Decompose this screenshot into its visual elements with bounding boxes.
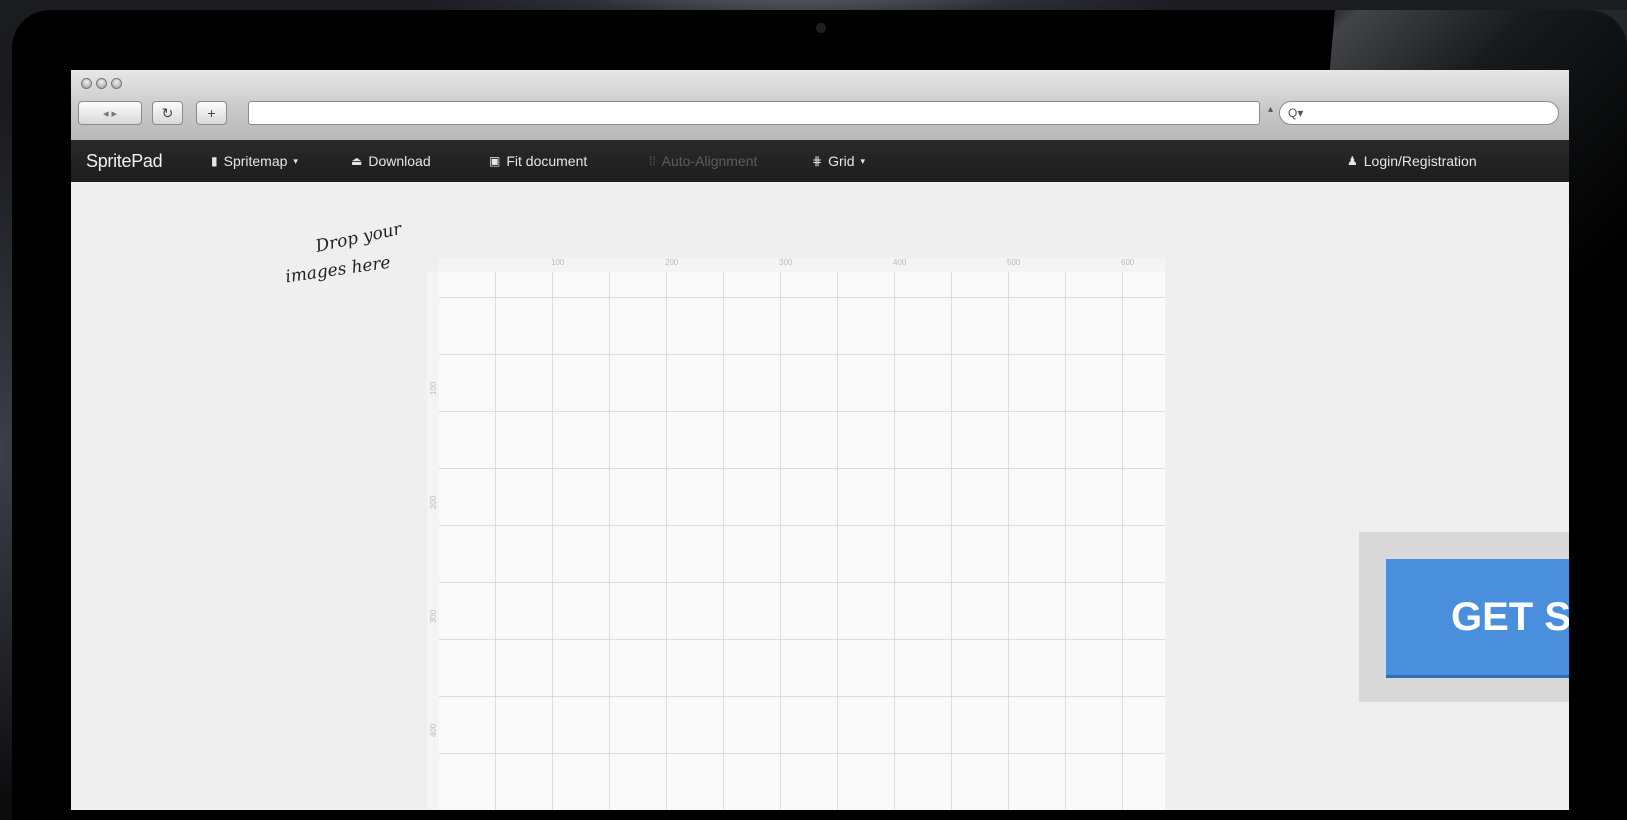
back-forward-icon: ◂ ▸ [102, 107, 118, 120]
ruler-top: 100 200 300 400 500 600 [439, 258, 1165, 272]
chevron-down-icon: ▾ [293, 155, 298, 166]
new-tab-button[interactable]: + [196, 101, 227, 125]
download-button[interactable]: ⏏ Download [351, 153, 431, 169]
document-icon: ▮ [211, 154, 218, 168]
ruler-tick: 600 [1121, 258, 1135, 267]
ruler-tick: 400 [429, 723, 439, 738]
spritemap-menu[interactable]: ▮ Spritemap ▾ [211, 153, 298, 169]
search-icon: Q▾ [1288, 106, 1304, 120]
login-registration-link[interactable]: ♟ Login/Registration [1347, 153, 1477, 169]
grid-label: Grid [828, 153, 855, 169]
fit-icon: ▣ [489, 154, 501, 168]
chevron-down-icon: ▾ [860, 155, 866, 166]
ruler-tick: 200 [665, 258, 679, 267]
login-label: Login/Registration [1363, 153, 1477, 169]
spritemap-label: Spritemap [223, 153, 288, 169]
webcam-dot [817, 24, 825, 32]
download-icon: ⏏ [351, 154, 363, 168]
fit-document-label: Fit document [506, 153, 588, 169]
auto-alignment-button[interactable]: ⁞⁞ Auto-Alignment [649, 153, 757, 169]
back-forward-button[interactable]: ◂ ▸ [78, 101, 142, 125]
fit-document-button[interactable]: ▣ Fit document [489, 153, 587, 169]
ruler-tick: 300 [429, 609, 439, 624]
get-started-button[interactable]: GET S [1386, 559, 1569, 675]
close-window-button[interactable] [81, 78, 92, 89]
address-bar[interactable] [248, 101, 1260, 125]
minimize-window-button[interactable] [96, 78, 107, 89]
sprite-canvas[interactable] [439, 272, 1165, 810]
ruler-tick: 500 [1007, 258, 1021, 267]
ruler-left: 100 200 300 400 [427, 272, 439, 810]
drop-hint-line1: Drop your [313, 219, 404, 257]
reload-icon: ↻ [161, 104, 174, 121]
url-dropdown-icon[interactable]: ▴ [1268, 104, 1273, 115]
workspace: Drop your images here 100 200 300 400 50… [71, 182, 1569, 810]
plus-icon: + [207, 105, 216, 121]
grid-menu[interactable]: ⋕ Grid ▾ [812, 153, 865, 169]
align-icon: ⁞⁞ [649, 154, 656, 168]
ruler-tick: 100 [551, 258, 565, 267]
ruler-tick: 300 [779, 258, 793, 267]
drop-hint-line2: images here [284, 252, 392, 288]
ruler-tick: 100 [429, 381, 439, 396]
app-toolbar: SpritePad ▮ Spritemap ▾ ⏏ Download ▣ Fit… [71, 140, 1569, 182]
download-label: Download [368, 153, 431, 169]
browser-search-input[interactable]: Q▾ [1279, 101, 1559, 125]
ruler-tick: 200 [429, 495, 439, 510]
auto-alignment-label: Auto-Alignment [661, 153, 758, 169]
reload-button[interactable]: ↻ [152, 101, 183, 125]
laptop-screen: ◂ ▸ ↻ + ▴ Q▾ SpritePad ▮ Spritemap ▾ ⏏ D… [71, 70, 1569, 810]
zoom-window-button[interactable] [111, 78, 122, 89]
user-icon: ♟ [1347, 154, 1358, 168]
grid-icon: ⋕ [812, 154, 823, 168]
browser-chrome: ◂ ▸ ↻ + ▴ Q▾ [71, 70, 1569, 141]
window-controls [81, 78, 122, 89]
ruler-tick: 400 [893, 258, 907, 267]
app-brand[interactable]: SpritePad [86, 151, 163, 172]
